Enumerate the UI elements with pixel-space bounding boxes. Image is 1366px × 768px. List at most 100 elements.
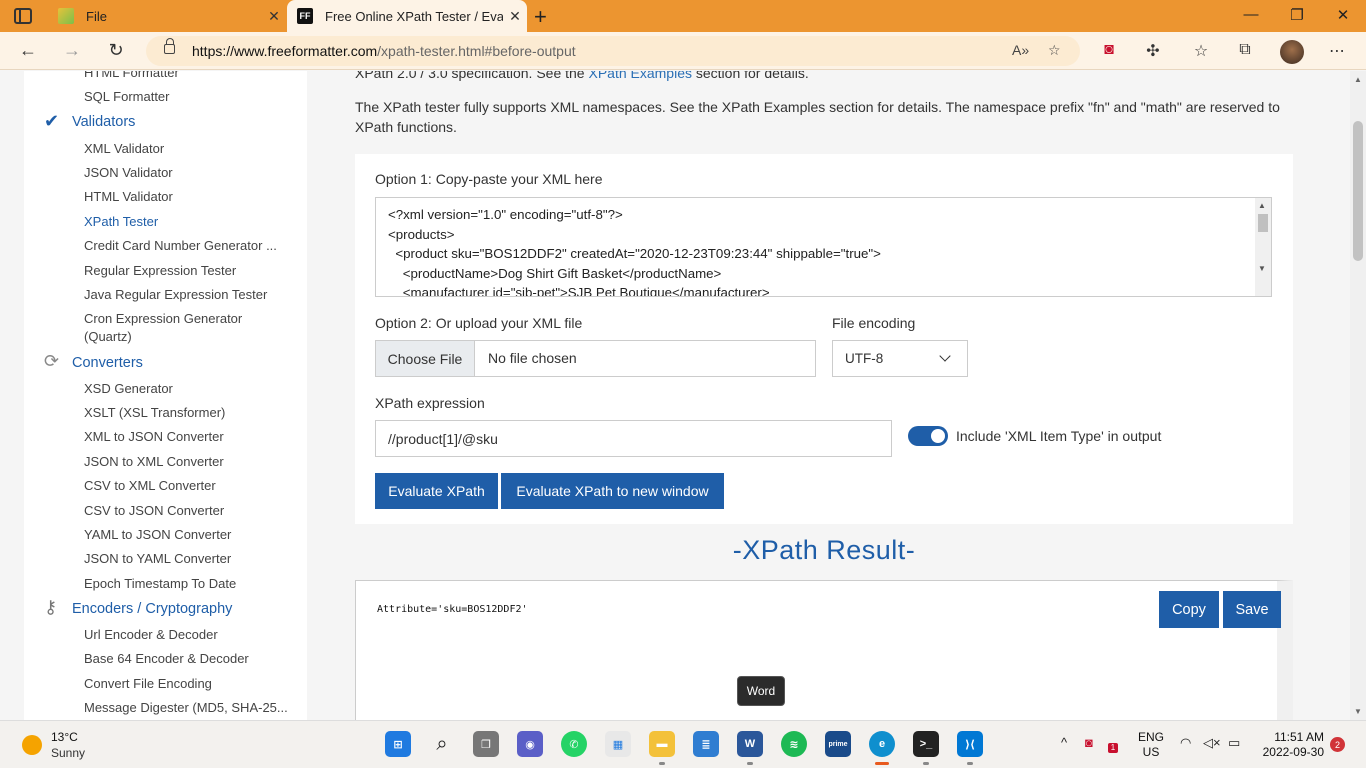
xpath-examples-link[interactable]: XPath Examples bbox=[588, 71, 692, 81]
prime-video-icon[interactable]: prime bbox=[825, 731, 851, 757]
option2-label: Option 2: Or upload your XML file bbox=[375, 315, 583, 331]
sidebar-item-json-validator[interactable]: JSON Validator bbox=[84, 165, 173, 180]
start-button-icon[interactable]: ⊞ bbox=[385, 731, 411, 757]
microsoft-store-icon[interactable]: ▦ bbox=[605, 731, 631, 757]
sidebar-item-convert-file-encoding[interactable]: Convert File Encoding bbox=[84, 676, 212, 691]
sidebar-item-cron-generator[interactable]: Cron Expression Generator bbox=[84, 311, 242, 326]
vscode-icon[interactable]: ⟩⟨ bbox=[957, 731, 983, 765]
address-bar[interactable]: https://www.freeformatter.com/xpath-test… bbox=[146, 36, 1080, 66]
chevron-up-icon[interactable]: ^ bbox=[1061, 735, 1067, 750]
scroll-down-icon[interactable]: ▼ bbox=[1354, 707, 1362, 716]
tab-xpath-tester[interactable]: FF Free Online XPath Tester / Evalu ✕ bbox=[287, 0, 527, 32]
sidebar-item-json-to-yaml[interactable]: JSON to YAML Converter bbox=[84, 551, 231, 566]
scrollbar-thumb[interactable] bbox=[1258, 214, 1268, 232]
terminal-icon[interactable]: >_ bbox=[913, 731, 939, 765]
battery-icon[interactable]: ▭ bbox=[1228, 735, 1240, 751]
lock-icon bbox=[164, 38, 175, 54]
xpath-result-title: -XPath Result- bbox=[732, 535, 916, 565]
sidebar-item-csv-to-json[interactable]: CSV to JSON Converter bbox=[84, 503, 224, 518]
forward-icon[interactable]: → bbox=[60, 40, 84, 61]
whatsapp-icon[interactable]: ✆ bbox=[561, 731, 587, 757]
task-view-icon[interactable]: ❐ bbox=[473, 731, 499, 757]
sidebar-item-html-validator[interactable]: HTML Validator bbox=[84, 189, 173, 204]
xml-input-textarea[interactable]: <?xml version="1.0" encoding="utf-8"?> <… bbox=[375, 197, 1272, 297]
sidebar-item-cron-generator-quartz[interactable]: (Quartz) bbox=[84, 329, 132, 344]
collections-icon[interactable]: ⧉ bbox=[1234, 41, 1256, 59]
sidebar-item-xml-validator[interactable]: XML Validator bbox=[84, 141, 164, 156]
clock[interactable]: 11:51 AM 2022-09-30 bbox=[1258, 730, 1324, 760]
new-tab-icon[interactable]: + bbox=[534, 4, 547, 30]
tab-title: Free Online XPath Tester / Evalu bbox=[325, 8, 503, 24]
close-window-icon[interactable]: ✕ bbox=[1320, 6, 1366, 24]
language-indicator[interactable]: ENG US bbox=[1138, 730, 1164, 760]
sidebar-item-json-to-xml[interactable]: JSON to XML Converter bbox=[84, 454, 224, 469]
weather-temperature[interactable]: 13°C bbox=[51, 730, 78, 744]
choose-file-button[interactable]: Choose File bbox=[376, 341, 475, 376]
sidebar-item-url-encoder[interactable]: Url Encoder & Decoder bbox=[84, 627, 218, 642]
restore-icon[interactable]: ❐ bbox=[1274, 6, 1320, 24]
file-encoding-select[interactable]: UTF-8 bbox=[832, 340, 968, 377]
scroll-up-icon[interactable]: ▲ bbox=[1258, 201, 1266, 210]
teams-chat-icon[interactable]: ◉ bbox=[517, 731, 543, 757]
copy-button[interactable]: Copy bbox=[1159, 591, 1219, 628]
checkmark-icon: ✔ bbox=[44, 111, 60, 131]
minimize-icon[interactable]: — bbox=[1228, 6, 1274, 23]
search-icon[interactable]: ⌕ bbox=[429, 731, 455, 757]
file-explorer-icon[interactable]: ▬ bbox=[649, 731, 675, 765]
sidebar-item-java-regex-tester[interactable]: Java Regular Expression Tester bbox=[84, 287, 267, 302]
sidebar-item-xsd-generator[interactable]: XSD Generator bbox=[84, 381, 173, 396]
favorite-add-icon[interactable]: ☆ bbox=[1048, 42, 1061, 59]
settings-menu-icon[interactable]: ⋯ bbox=[1326, 41, 1348, 61]
sun-icon[interactable] bbox=[22, 735, 42, 755]
notification-badge[interactable]: 2 bbox=[1330, 737, 1345, 752]
wifi-icon[interactable]: ◠ bbox=[1180, 735, 1191, 751]
sidebar-item-xslt[interactable]: XSLT (XSL Transformer) bbox=[84, 405, 225, 420]
freeformatter-favicon-icon: FF bbox=[297, 8, 313, 24]
page-scrollbar[interactable]: ▲ ▼ bbox=[1350, 71, 1366, 720]
intro-paragraph-2: The XPath tester fully supports XML name… bbox=[355, 99, 1280, 135]
page-scrollbar-thumb[interactable] bbox=[1353, 121, 1363, 261]
xml-line: <manufacturer id="sib-pet">SJB Pet Bouti… bbox=[388, 285, 770, 297]
textarea-scrollbar[interactable]: ▲ ▼ bbox=[1255, 198, 1271, 296]
sidebar-item-html-formatter[interactable]: HTML Formatter bbox=[84, 71, 179, 80]
sidebar-heading-validators[interactable]: Validators bbox=[72, 114, 135, 130]
weather-condition[interactable]: Sunny bbox=[51, 746, 85, 760]
notepad-icon[interactable]: ≣ bbox=[693, 731, 719, 757]
tab-actions-icon[interactable] bbox=[14, 8, 32, 24]
sidebar-item-regex-tester[interactable]: Regular Expression Tester bbox=[84, 263, 236, 278]
close-tab-icon[interactable]: ✕ bbox=[262, 8, 286, 25]
edge-browser-icon[interactable]: e bbox=[869, 731, 895, 765]
scroll-down-icon[interactable]: ▼ bbox=[1258, 264, 1266, 273]
include-item-type-toggle[interactable] bbox=[908, 426, 948, 446]
sidebar-item-xml-to-json[interactable]: XML to JSON Converter bbox=[84, 429, 224, 444]
sidebar-item-credit-card-generator[interactable]: Credit Card Number Generator ... bbox=[84, 238, 277, 253]
profile-avatar[interactable] bbox=[1280, 40, 1304, 64]
scroll-up-icon[interactable]: ▲ bbox=[1354, 75, 1362, 84]
mcafee-extension-icon[interactable]: ◙ bbox=[1098, 41, 1120, 59]
sidebar-item-csv-to-xml[interactable]: CSV to XML Converter bbox=[84, 478, 216, 493]
file-upload-input[interactable]: Choose File No file chosen bbox=[375, 340, 816, 377]
extensions-icon[interactable]: ✣ bbox=[1142, 41, 1164, 61]
sidebar-item-yaml-to-json[interactable]: YAML to JSON Converter bbox=[84, 527, 231, 542]
back-icon[interactable]: ← bbox=[16, 40, 40, 61]
close-tab-icon[interactable]: ✕ bbox=[503, 8, 527, 25]
xpath-expression-input[interactable]: //product[1]/@sku bbox=[375, 420, 892, 457]
volume-muted-icon[interactable]: ◁× bbox=[1203, 735, 1221, 751]
sidebar-item-base64[interactable]: Base 64 Encoder & Decoder bbox=[84, 651, 249, 666]
sidebar-item-sql-formatter[interactable]: SQL Formatter bbox=[84, 89, 169, 104]
sidebar-heading-converters[interactable]: Converters bbox=[72, 355, 143, 371]
mcafee-tray-icon[interactable]: ◙ bbox=[1085, 735, 1093, 750]
sidebar-item-xpath-tester[interactable]: XPath Tester bbox=[84, 214, 158, 229]
word-icon[interactable]: W bbox=[737, 731, 763, 765]
save-button[interactable]: Save bbox=[1223, 591, 1281, 628]
sidebar-item-message-digester[interactable]: Message Digester (MD5, SHA-25... bbox=[84, 700, 288, 715]
tab-file[interactable]: File ✕ bbox=[48, 0, 286, 32]
evaluate-xpath-button[interactable]: Evaluate XPath bbox=[375, 473, 498, 509]
evaluate-xpath-new-window-button[interactable]: Evaluate XPath to new window bbox=[501, 473, 724, 509]
refresh-icon[interactable]: ↻ bbox=[104, 40, 128, 61]
sidebar-heading-encoders[interactable]: Encoders / Cryptography bbox=[72, 601, 232, 617]
spotify-icon[interactable]: ≋ bbox=[781, 731, 807, 757]
sidebar-item-epoch-timestamp[interactable]: Epoch Timestamp To Date bbox=[84, 576, 236, 591]
favorites-icon[interactable]: ☆ bbox=[1190, 41, 1212, 61]
read-aloud-icon[interactable]: A» bbox=[1012, 42, 1029, 58]
